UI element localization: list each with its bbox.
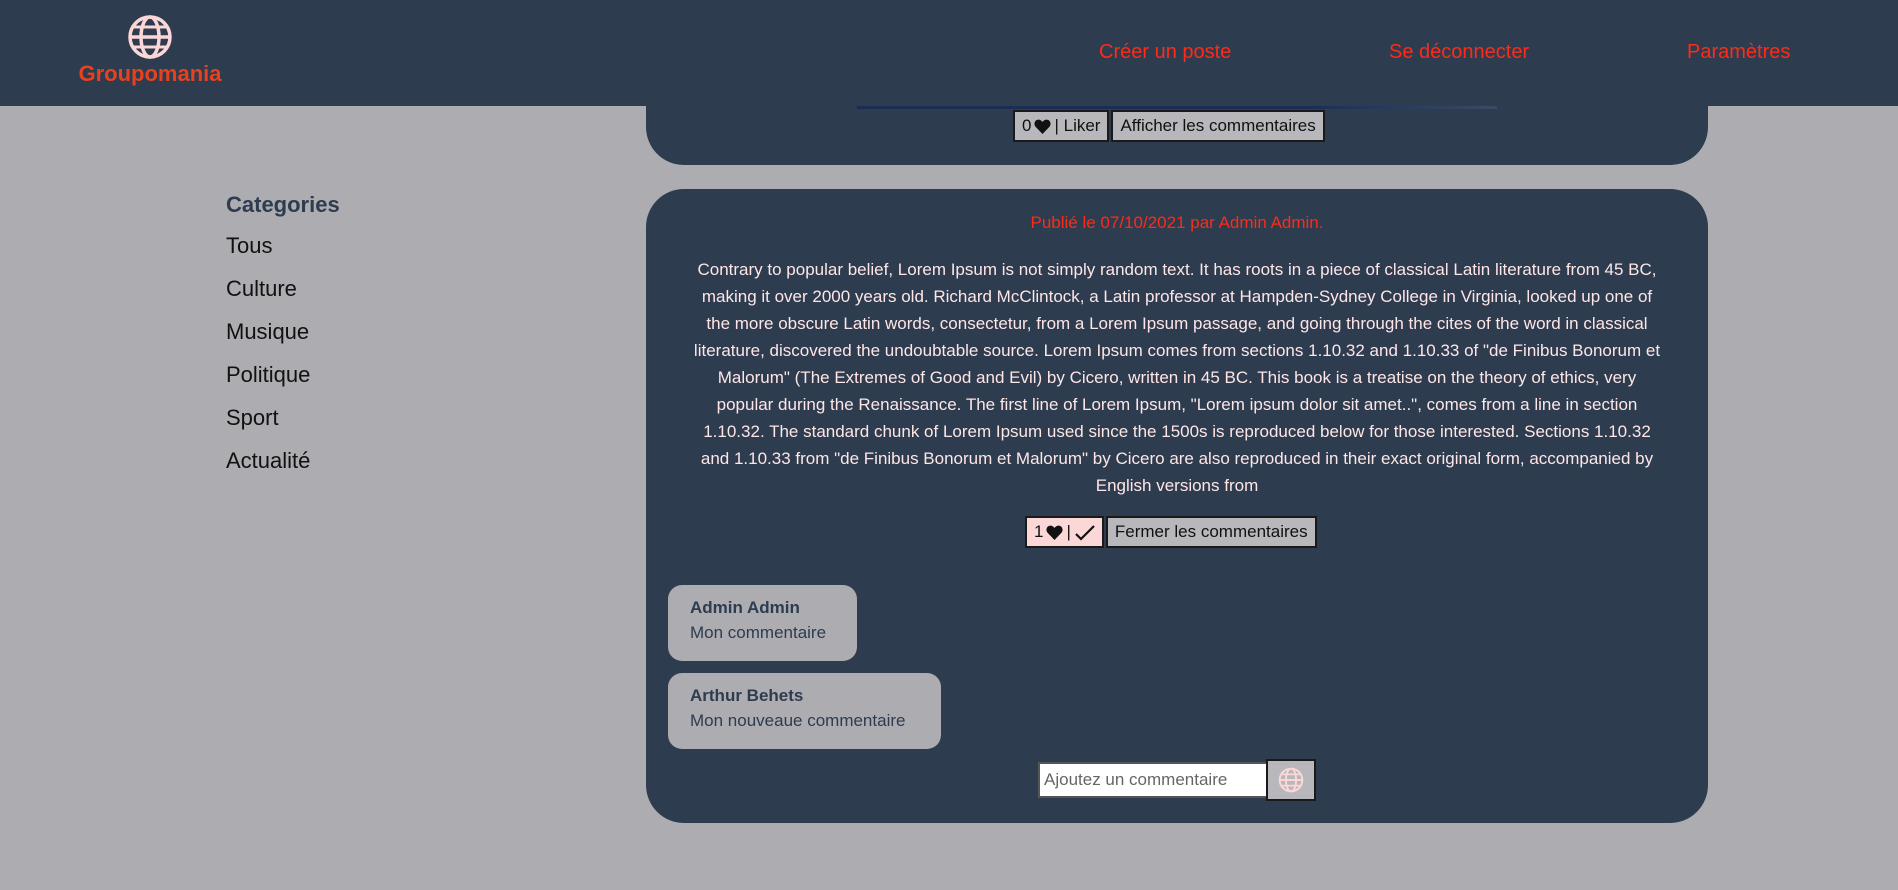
category-musique[interactable]: Musique [226, 318, 340, 361]
post-meta: Publié le 07/10/2021 par Admin Admin. [1030, 213, 1324, 232]
previous-post-actions: 0 | Liker Afficher les commentaires [1013, 110, 1325, 142]
globe-icon [1278, 767, 1304, 793]
like-label: | Liker [1054, 116, 1101, 135]
categories-title: Categories [226, 192, 340, 217]
comment-input[interactable] [1038, 762, 1268, 798]
comment-author: Admin Admin [690, 598, 800, 617]
comment-text: Mon nouveaue commentaire [690, 711, 906, 730]
globe-icon [128, 15, 172, 59]
like-count: 0 [1022, 116, 1032, 135]
checkmark-icon [1075, 524, 1095, 541]
category-politique[interactable]: Politique [226, 361, 340, 404]
show-comments-button[interactable]: Afficher les commentaires [1111, 110, 1325, 142]
post-divider [857, 106, 1497, 109]
heart-icon [1034, 119, 1052, 134]
heart-icon [1046, 525, 1064, 540]
comment-text: Mon commentaire [690, 623, 827, 642]
nav-logout[interactable]: Se déconnecter [1389, 41, 1529, 64]
like-separator: | [1066, 522, 1071, 541]
send-comment-button[interactable] [1266, 759, 1316, 801]
post-actions: 1 | Fermer les commentaires [1025, 516, 1317, 548]
logo[interactable]: Groupomania [76, 14, 224, 87]
nav-settings[interactable]: Paramètres [1687, 41, 1790, 64]
category-tous[interactable]: Tous [226, 232, 340, 275]
category-culture[interactable]: Culture [226, 275, 340, 318]
category-actualite[interactable]: Actualité [226, 447, 340, 490]
close-comments-button[interactable]: Fermer les commentaires [1105, 516, 1317, 548]
like-button[interactable]: 0 | Liker [1013, 110, 1110, 142]
like-count: 1 [1034, 522, 1044, 541]
post-body: Contrary to popular belief, Lorem Ipsum … [693, 260, 1661, 495]
comment: Admin Admin Mon commentaire [668, 585, 857, 661]
categories-sidebar: Categories Tous Culture Musique Politiqu… [226, 192, 340, 490]
like-button-liked[interactable]: 1 | [1025, 516, 1104, 548]
header: Groupomania Créer un poste Se déconnecte… [0, 0, 1898, 106]
comment-author: Arthur Behets [690, 686, 804, 705]
post-card: Publié le 07/10/2021 par Admin Admin. Co… [646, 189, 1708, 823]
category-sport[interactable]: Sport [226, 404, 340, 447]
logo-text: Groupomania [78, 61, 222, 86]
comment: Arthur Behets Mon nouveaue commentaire [668, 673, 941, 749]
nav-create-post[interactable]: Créer un poste [1099, 41, 1231, 64]
